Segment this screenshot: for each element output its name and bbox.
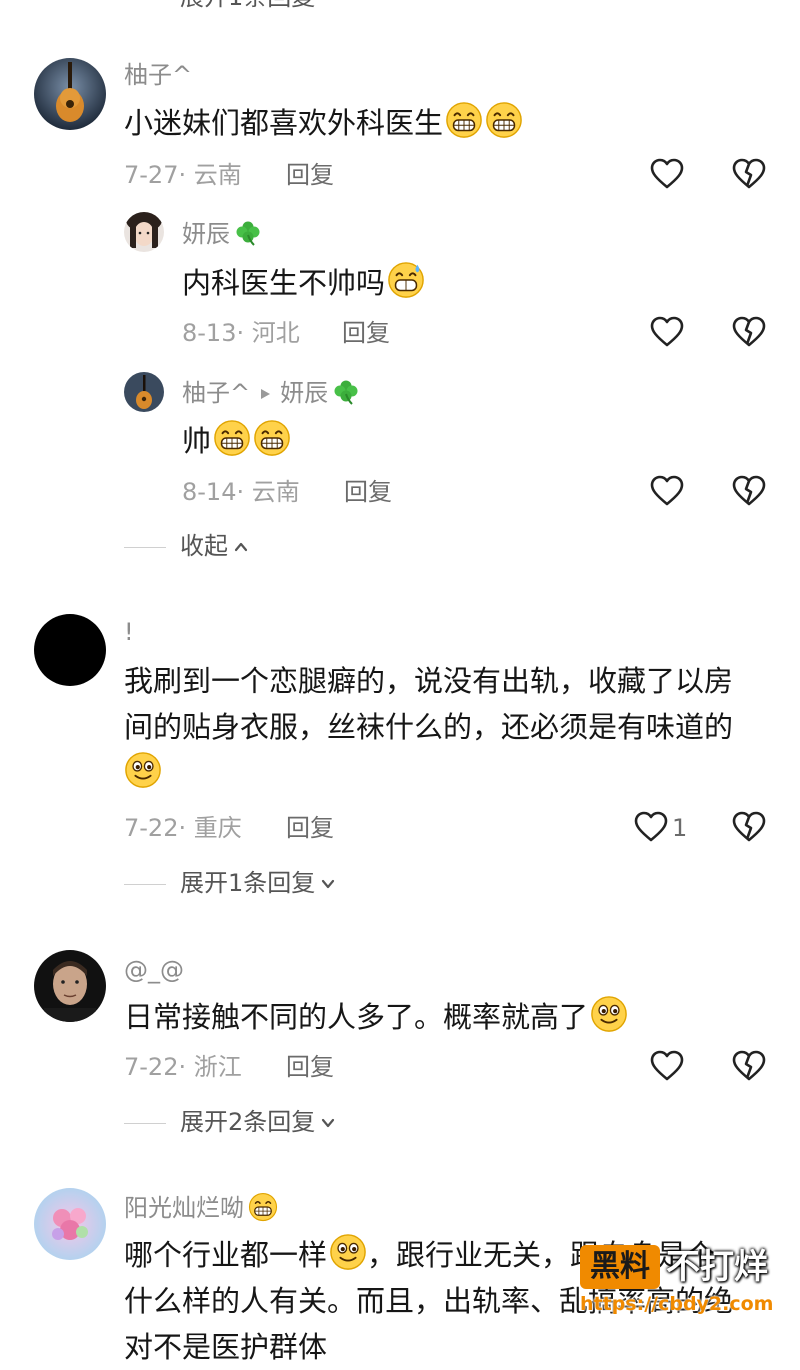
dislike-icon[interactable] <box>732 811 766 843</box>
grin-emoji <box>445 101 483 139</box>
comment-text: 内科医生不帅吗 <box>182 260 742 306</box>
avatar[interactable] <box>34 58 106 130</box>
comment-meta: 7-27· 云南 <box>124 161 242 189</box>
dislike-icon[interactable] <box>732 316 766 348</box>
guitar-avatar-icon <box>124 372 164 412</box>
smile-emoji <box>329 1233 367 1271</box>
expand-replies-button[interactable]: 展开2条回复 <box>124 1107 343 1137</box>
commenter-name[interactable]: @_@ <box>124 955 184 985</box>
avatar[interactable] <box>124 372 164 412</box>
clover-icon <box>332 378 360 406</box>
man-avatar-icon <box>34 950 106 1022</box>
reply-button[interactable]: 回复 <box>286 1052 334 1082</box>
avatar[interactable] <box>34 614 106 686</box>
reply-button[interactable]: 回复 <box>286 160 334 190</box>
smile-emoji <box>124 751 162 789</box>
commenter-name[interactable]: ! <box>124 617 134 647</box>
comment-text: 帅 <box>182 418 742 464</box>
reply-button[interactable]: 回复 <box>342 318 390 348</box>
watermark-url: https://cbdy2.com <box>580 1293 774 1315</box>
guitar-avatar-icon <box>34 58 106 130</box>
comment-meta: 7-22· 浙江 <box>124 1053 242 1081</box>
flower-avatar-icon <box>34 1188 106 1260</box>
collapse-replies-button[interactable]: 收起 <box>124 531 256 561</box>
chevron-down-icon <box>321 877 335 891</box>
commenter-name[interactable]: 柚子^ 妍辰 <box>182 378 360 408</box>
divider-line <box>124 883 166 885</box>
commenter-name[interactable]: 柚子^ <box>124 60 192 90</box>
heart-icon[interactable] <box>634 811 668 843</box>
watermark-brand-text: 不打烊 <box>666 1247 768 1287</box>
avatar[interactable] <box>34 1188 106 1260</box>
comment-meta: 7-22· 重庆 <box>124 814 242 842</box>
grin-emoji <box>248 1192 278 1222</box>
expand-replies-button[interactable]: 展开1条回复 <box>124 868 343 898</box>
play-arrow-icon <box>261 389 271 399</box>
like-count: 1 <box>672 814 688 842</box>
comment-text: 日常接触不同的人多了。概率就高了 <box>124 994 764 1040</box>
reply-button[interactable]: 回复 <box>286 813 334 843</box>
grin-emoji <box>253 419 291 457</box>
grin-emoji <box>485 101 523 139</box>
watermark-brand-badge: 黑料 <box>580 1245 660 1289</box>
heart-icon[interactable] <box>650 475 684 507</box>
comment-meta: 8-14· 云南 <box>182 478 300 506</box>
clover-icon <box>234 219 262 247</box>
smile-emoji <box>590 995 628 1033</box>
commenter-name[interactable]: 阳光灿烂呦 <box>124 1192 278 1223</box>
avatar[interactable] <box>34 950 106 1022</box>
girl-avatar-icon <box>124 212 164 252</box>
reply-button[interactable]: 回复 <box>344 477 392 507</box>
chevron-up-icon <box>234 540 248 554</box>
comment-text: 我刷到一个恋腿癖的，说没有出轨，收藏了以房 间的贴身衣服，丝袜什么的，还必须是有… <box>124 658 774 796</box>
heart-icon[interactable] <box>650 1050 684 1082</box>
dislike-icon[interactable] <box>732 475 766 507</box>
grin-emoji <box>213 419 251 457</box>
dislike-icon[interactable] <box>732 1050 766 1082</box>
heart-icon[interactable] <box>650 158 684 190</box>
comment-text: 小迷妹们都喜欢外科医生 <box>124 100 744 146</box>
chevron-down-icon <box>321 1116 335 1130</box>
heart-icon[interactable] <box>650 316 684 348</box>
divider-line <box>124 546 166 548</box>
divider-line <box>124 1122 166 1124</box>
watermark-logo: 黑料 不打烊 https://cbdy2.com <box>580 1241 790 1321</box>
avatar[interactable] <box>124 212 164 252</box>
commenter-name[interactable]: 妍辰 <box>182 219 262 249</box>
comment-meta: 8-13· 河北 <box>182 319 300 347</box>
top-expand-replies[interactable]: 展开1条回复 <box>124 0 315 12</box>
dislike-icon[interactable] <box>732 158 766 190</box>
sweat-grin-emoji <box>387 261 425 299</box>
